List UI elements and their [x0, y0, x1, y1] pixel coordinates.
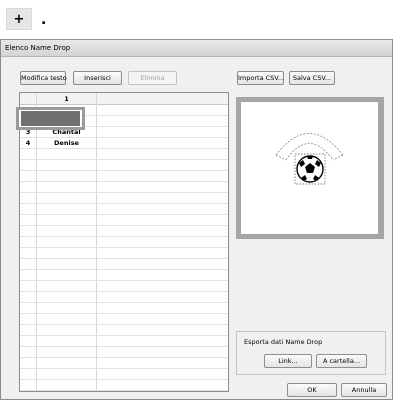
table-row[interactable]	[20, 369, 228, 380]
table-row[interactable]: 4 Denise	[20, 138, 228, 149]
name-drop-dialog: Elenco Name Drop Modifica testo Inserisc…	[0, 39, 393, 400]
table-row[interactable]	[20, 358, 228, 369]
table-row[interactable]	[20, 171, 228, 182]
table-row[interactable]	[20, 347, 228, 358]
table-row[interactable]	[20, 314, 228, 325]
table-row[interactable]	[20, 380, 228, 391]
table-row[interactable]	[20, 281, 228, 292]
table-row[interactable]	[20, 215, 228, 226]
soccer-ball-icon[interactable]	[296, 155, 324, 183]
row-number: 4	[25, 139, 31, 147]
preview-canvas	[241, 102, 378, 234]
table-row[interactable]	[20, 237, 228, 248]
table-row[interactable]	[20, 270, 228, 281]
grid-header: 1	[20, 93, 228, 105]
table-row[interactable]	[20, 204, 228, 215]
table-row[interactable]	[20, 303, 228, 314]
names-grid[interactable]: 1 1 Andrea 2 Barry 3 Chantal 4 Denise	[19, 92, 229, 392]
dialog-title: Elenco Name Drop	[1, 40, 392, 57]
cell-edit-field[interactable]	[21, 111, 80, 126]
add-button[interactable]: +	[6, 8, 32, 30]
preview-panel	[236, 97, 384, 239]
table-row[interactable]	[20, 259, 228, 270]
column-header-1[interactable]: 1	[37, 93, 96, 105]
toolbar-dot: .	[41, 12, 47, 28]
table-row[interactable]	[20, 226, 228, 237]
text-arc-outer	[275, 133, 344, 156]
modify-text-button[interactable]: Modifica testo	[20, 71, 67, 85]
table-row[interactable]	[20, 292, 228, 303]
table-row[interactable]	[20, 248, 228, 259]
table-row[interactable]	[20, 336, 228, 347]
table-row[interactable]	[20, 149, 228, 160]
table-row[interactable]	[20, 182, 228, 193]
name-drop-preview	[275, 133, 344, 185]
table-row[interactable]	[20, 325, 228, 336]
cancel-button[interactable]: Annulla	[341, 383, 387, 397]
to-folder-button[interactable]: A cartella...	[316, 354, 367, 368]
link-button[interactable]: Link...	[264, 354, 312, 368]
table-row[interactable]	[20, 193, 228, 204]
ok-button[interactable]: OK	[287, 383, 337, 397]
export-group-label: Esporta dati Name Drop	[244, 338, 323, 346]
save-csv-button[interactable]: Salva CSV...	[289, 71, 335, 85]
import-csv-button[interactable]: Importa CSV...	[237, 71, 284, 85]
delete-button[interactable]: Elimina	[128, 71, 177, 85]
row-name-cell[interactable]: Denise	[37, 138, 96, 149]
table-row[interactable]	[20, 160, 228, 171]
insert-button[interactable]: Inserisci	[73, 71, 122, 85]
